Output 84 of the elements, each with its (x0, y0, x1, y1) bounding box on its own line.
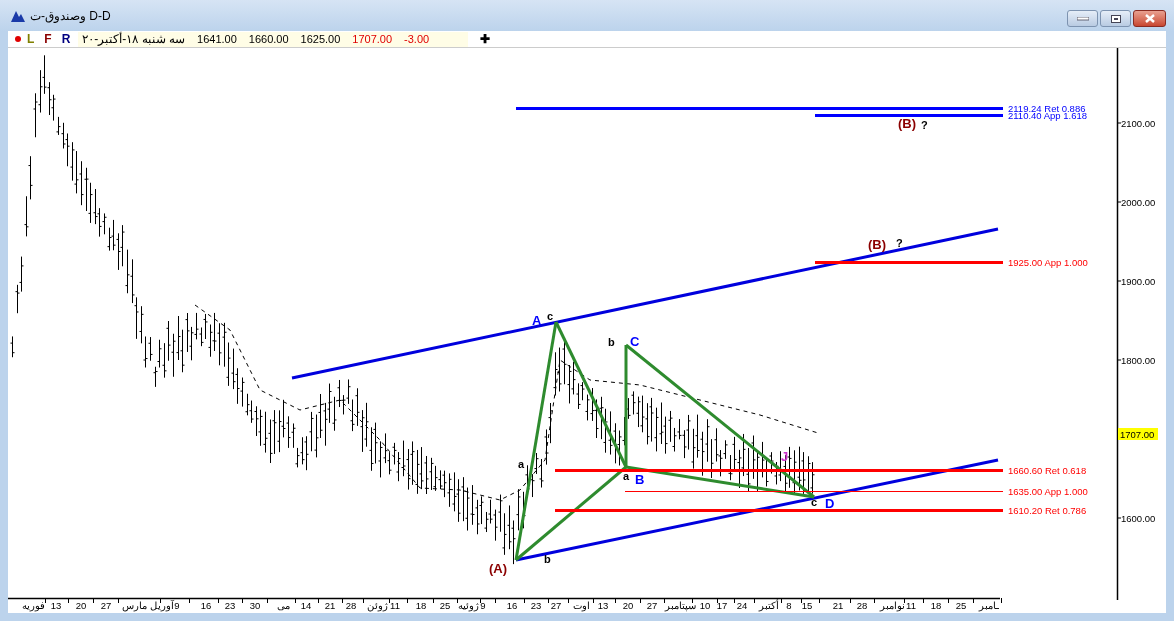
axis-label: ژوئن (366, 600, 388, 611)
axis-label: 24 (736, 600, 748, 611)
change-value: -3.00 (404, 31, 430, 47)
toolbar-toggle[interactable]: F (44, 33, 52, 45)
wave-label: C (630, 334, 640, 349)
axis-label: 11 (390, 600, 400, 611)
add-button[interactable]: ✚ (480, 33, 491, 45)
minimize-icon (1076, 16, 1089, 21)
open-value: 1641.00 (197, 31, 237, 47)
axis-label: 25 (439, 600, 451, 611)
high-value: 1660.00 (248, 31, 289, 47)
wave-label: J (781, 449, 789, 464)
axis-label: 1800.00 (1121, 355, 1156, 366)
axis-label: 20 (622, 600, 634, 611)
axis-label: 16 (200, 600, 212, 611)
maximize-icon (1110, 14, 1121, 23)
axis-label: 27 (550, 600, 562, 611)
axis-label: ژوئیه (457, 600, 479, 611)
axis-label: آوریل مارس (122, 600, 174, 611)
axis-label: 18 (930, 600, 942, 611)
toolbar-toggle[interactable]: L (27, 33, 35, 45)
wave-label: (B) (868, 237, 887, 252)
axis-label: 13 (597, 600, 609, 611)
axis-label: 25 (955, 600, 967, 611)
wave-label: a (518, 458, 525, 470)
axis-label: 20 (75, 600, 87, 611)
axis-label: 14 (300, 600, 312, 611)
axis-label: أکتبر (759, 600, 779, 611)
axis-label: 27 (646, 600, 658, 611)
status-dot-icon (15, 36, 21, 42)
wave-label: D (825, 496, 835, 511)
wave-label: (B) (898, 116, 917, 131)
close-icon (1143, 14, 1156, 23)
axis-label: 28 (345, 600, 357, 611)
level-label: 1635.00 App 1.000 (1008, 485, 1088, 497)
axis-label: 1600.00 (1121, 513, 1156, 524)
axis-label: فوریه (21, 600, 45, 611)
close-button[interactable] (1133, 10, 1166, 27)
wave-label: A (532, 313, 542, 328)
wave-label: a (623, 470, 630, 482)
wave-label: b (608, 336, 615, 348)
axis-label: 2100.00 (1121, 118, 1156, 129)
price-marker: 1707.00 (1118, 428, 1158, 440)
axis-label: 2000.00 (1121, 197, 1156, 208)
level-label: 1925.00 App 1.000 (1008, 256, 1088, 268)
axis-label: اوت (572, 600, 590, 611)
axis-label: ـامبر (979, 600, 999, 611)
axis-label: 8 (786, 600, 792, 611)
wave-label: c (811, 496, 818, 508)
axis-label: نوامبر (879, 600, 905, 611)
axis-label: 23 (530, 600, 542, 611)
axis-label: 17 (716, 600, 728, 611)
close-value: 1707.00 (352, 31, 393, 47)
axis-label: می (276, 600, 290, 611)
wave-label: (A) (489, 561, 508, 576)
axis-label: 9 (480, 600, 486, 611)
axis-label: 27 (100, 600, 112, 611)
date-text: سه شنبه ۱۸-أکتبر-۲۰ (82, 31, 186, 48)
axis-label: 30 (249, 600, 261, 611)
low-value: 1625.00 (300, 31, 341, 47)
window-title: وصندوق-ت D-D (30, 7, 111, 25)
axis-label: 21 (832, 600, 844, 611)
axis-label: 28 (856, 600, 868, 611)
wave-label: B (635, 472, 645, 487)
axis-label: 1900.00 (1121, 276, 1156, 287)
axis-label: 11 (906, 600, 916, 611)
wave-label: ? (896, 237, 903, 249)
axis-label: 23 (224, 600, 236, 611)
maximize-button[interactable] (1100, 10, 1131, 27)
axis-label: 9 (174, 600, 180, 611)
toolbar-toggle[interactable]: R (61, 33, 71, 45)
axis-label: 21 (324, 600, 336, 611)
wave-label: c (547, 310, 554, 322)
level-label: 1610.20 Ret 0.786 (1008, 504, 1087, 516)
level-label: 1660.60 Ret 0.618 (1008, 464, 1087, 476)
axis-label: سپتامبر (664, 600, 696, 611)
wave-label: ? (921, 119, 928, 131)
level-label: 2119.24 Ret 0.886 (1008, 102, 1086, 114)
axis-label: 13 (50, 600, 62, 611)
axis-label: 15 (801, 600, 813, 611)
axis-label: 16 (506, 600, 518, 611)
axis-label: 18 (415, 600, 427, 611)
wave-label: b (544, 553, 551, 565)
axis-label: 10 (699, 600, 711, 611)
